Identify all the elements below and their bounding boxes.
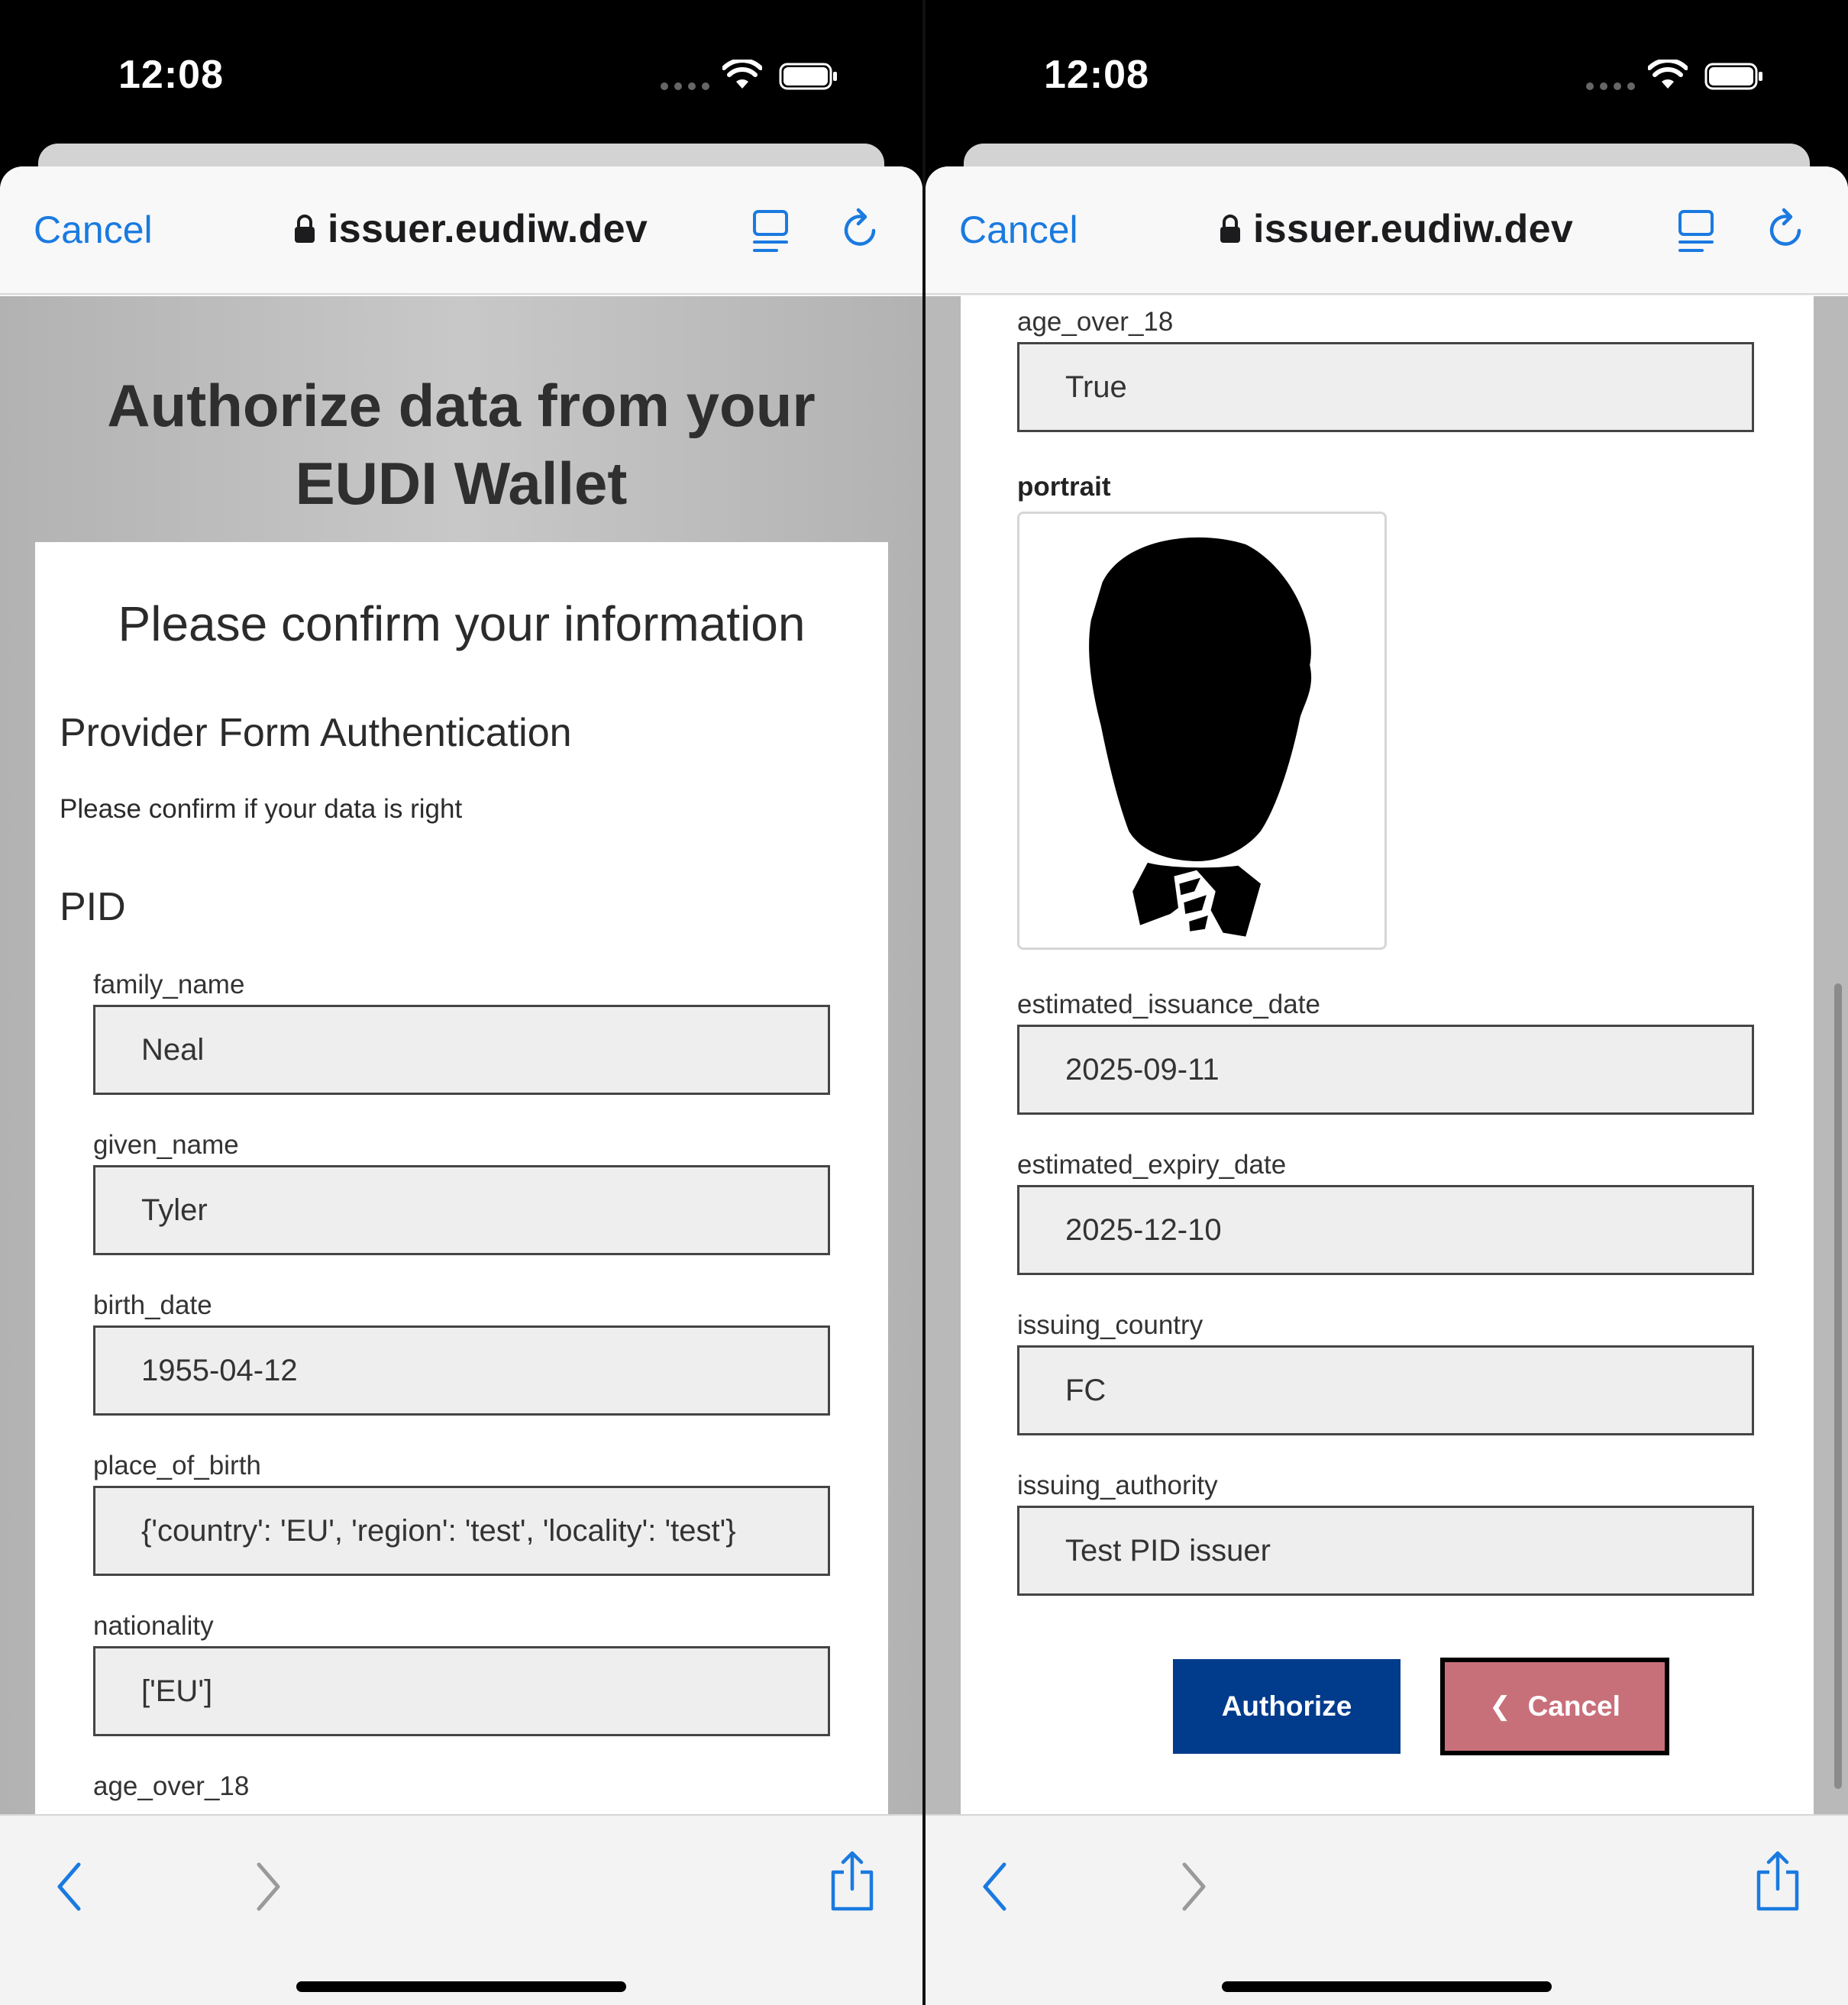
status-time: 12:08 <box>118 53 224 97</box>
card-instruction: Please confirm if your data is right <box>60 794 463 824</box>
url-display[interactable]: issuer.eudiw.dev <box>294 206 648 252</box>
field-given-name[interactable]: Tyler <box>93 1165 830 1255</box>
field-label-place-of-birth: place_of_birth <box>93 1451 261 1480</box>
status-bar: 12:08 <box>0 0 922 145</box>
lock-icon <box>1220 215 1240 243</box>
signal-icon <box>1586 82 1635 90</box>
authorize-button[interactable]: Authorize <box>1173 1659 1401 1754</box>
field-birth-date[interactable]: 1955-04-12 <box>93 1325 830 1416</box>
left-screen: 12:08 Cancel issuer.eudiw.dev Authorize … <box>0 0 922 2005</box>
battery-icon <box>779 63 837 90</box>
web-content: age_over_18 True portrait estimated_issu… <box>926 296 1848 1816</box>
reader-mode-icon[interactable] <box>1678 209 1714 253</box>
reader-mode-icon[interactable] <box>752 209 789 253</box>
wifi-icon <box>722 60 762 89</box>
home-indicator <box>1222 1981 1552 1992</box>
browser-cancel-button[interactable]: Cancel <box>34 208 153 252</box>
browser-cancel-button[interactable]: Cancel <box>959 208 1078 252</box>
page-title-line-2: EUDI Wallet <box>295 450 628 517</box>
page-title: Authorize data from your EUDI Wallet <box>0 366 922 522</box>
field-age-over-18[interactable]: True <box>1017 342 1754 432</box>
browser-sheet: Cancel issuer.eudiw.dev age_over_18 True… <box>926 166 1848 2005</box>
field-label-birth-date: birth_date <box>93 1290 212 1320</box>
field-issuing-country[interactable]: FC <box>1017 1345 1754 1435</box>
right-screen: 12:08 Cancel issuer.eudiw.dev age_over_1… <box>926 0 1848 2005</box>
card-heading: Please confirm your information <box>118 596 806 651</box>
chevron-left-icon: ❮ <box>1489 1692 1511 1721</box>
web-content: Authorize data from your EUDI Wallet Ple… <box>0 296 922 1816</box>
forward-arrow-icon[interactable] <box>1179 1860 1210 1913</box>
field-label-issuing-country: issuing_country <box>1017 1310 1203 1340</box>
url-display[interactable]: issuer.eudiw.dev <box>1220 206 1573 252</box>
field-label-family-name: family_name <box>93 970 245 999</box>
card-subheading: Provider Form Authentication <box>60 711 572 755</box>
back-arrow-icon[interactable] <box>53 1860 84 1913</box>
url-text: issuer.eudiw.dev <box>328 207 648 251</box>
field-label-age-over-18: age_over_18 <box>1017 307 1174 337</box>
status-bar: 12:08 <box>926 0 1848 145</box>
browser-sheet: Cancel issuer.eudiw.dev Authorize data f… <box>0 166 922 2005</box>
wifi-icon <box>1648 60 1688 89</box>
browser-nav-bar: Cancel issuer.eudiw.dev <box>926 166 1848 295</box>
field-label-nationality: nationality <box>93 1611 214 1641</box>
field-issuing-authority[interactable]: Test PID issuer <box>1017 1506 1754 1596</box>
browser-toolbar <box>0 1814 922 2005</box>
field-label-age-over-18: age_over_18 <box>93 1771 250 1801</box>
portrait-silhouette-icon <box>1089 537 1312 937</box>
field-label-estimated-issuance-date: estimated_issuance_date <box>1017 990 1320 1019</box>
field-label-issuing-authority: issuing_authority <box>1017 1471 1218 1500</box>
browser-toolbar <box>926 1814 1848 2005</box>
page-title-line-1: Authorize data from your <box>107 372 816 439</box>
section-title-pid: PID <box>60 885 126 929</box>
cancel-button-label: Cancel <box>1527 1690 1620 1722</box>
home-indicator <box>296 1981 626 1992</box>
share-icon[interactable] <box>829 1851 876 1912</box>
back-arrow-icon[interactable] <box>979 1860 1010 1913</box>
field-estimated-expiry-date[interactable]: 2025-12-10 <box>1017 1185 1754 1275</box>
scrollbar[interactable] <box>1834 983 1842 1789</box>
url-text: issuer.eudiw.dev <box>1253 207 1574 251</box>
battery-icon <box>1704 63 1762 90</box>
field-place-of-birth[interactable]: {'country': 'EU', 'region': 'test', 'loc… <box>93 1486 830 1576</box>
status-time: 12:08 <box>1044 53 1149 97</box>
lock-icon <box>295 215 315 243</box>
reload-icon[interactable] <box>840 208 883 253</box>
signal-icon <box>661 82 709 90</box>
portrait-image <box>1017 512 1387 950</box>
cancel-button[interactable]: ❮ Cancel <box>1440 1658 1669 1755</box>
confirmation-card: age_over_18 True portrait estimated_issu… <box>961 296 1814 1816</box>
field-estimated-issuance-date[interactable]: 2025-09-11 <box>1017 1025 1754 1115</box>
field-label-given-name: given_name <box>93 1130 239 1160</box>
share-icon[interactable] <box>1754 1851 1801 1912</box>
field-label-estimated-expiry-date: estimated_expiry_date <box>1017 1150 1287 1180</box>
confirmation-card: Please confirm your information Provider… <box>35 542 888 1816</box>
portrait-label: portrait <box>1017 472 1111 502</box>
forward-arrow-icon[interactable] <box>254 1860 284 1913</box>
browser-nav-bar: Cancel issuer.eudiw.dev <box>0 166 922 295</box>
field-nationality[interactable]: ['EU'] <box>93 1646 830 1736</box>
field-family-name[interactable]: Neal <box>93 1005 830 1095</box>
reload-icon[interactable] <box>1766 208 1808 253</box>
